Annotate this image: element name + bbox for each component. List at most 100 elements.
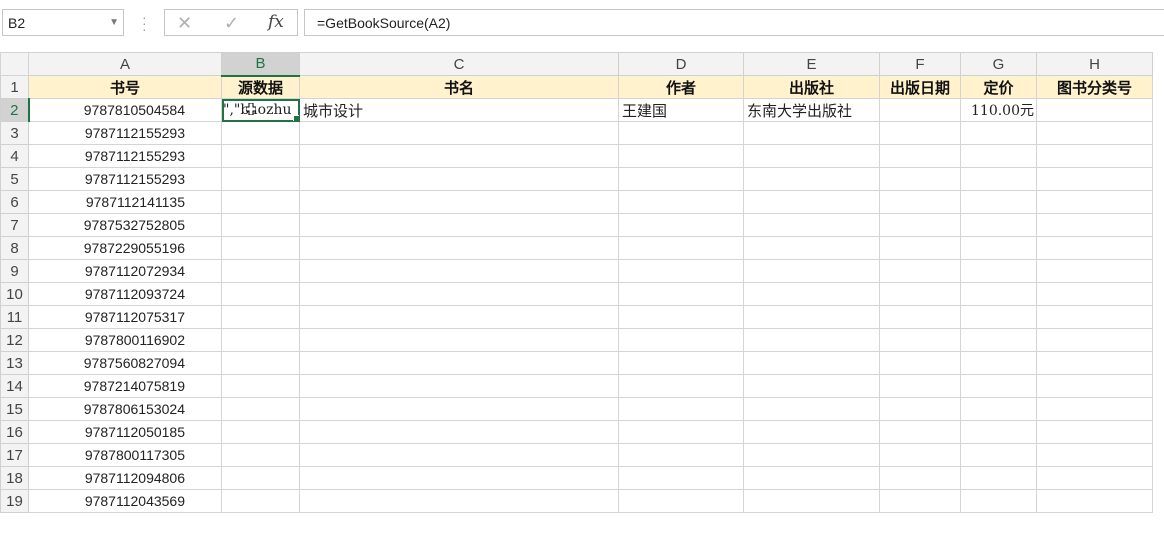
empty-cell[interactable] [221,420,300,444]
isbn-cell[interactable]: 9787112075317 [28,305,222,329]
empty-cell[interactable] [221,121,300,145]
empty-cell[interactable] [618,397,744,421]
empty-cell[interactable] [879,489,961,513]
isbn-cell[interactable]: 9787800117305 [28,443,222,467]
category-cell[interactable] [1036,98,1153,122]
empty-cell[interactable] [960,443,1037,467]
empty-cell[interactable] [221,374,300,398]
empty-cell[interactable] [743,167,880,191]
empty-cell[interactable] [299,374,619,398]
empty-cell[interactable] [1036,351,1153,375]
empty-cell[interactable] [743,236,880,260]
empty-cell[interactable] [879,190,961,214]
column-header-f[interactable]: F [879,52,961,76]
empty-cell[interactable] [299,328,619,352]
empty-cell[interactable] [618,121,744,145]
empty-cell[interactable] [743,121,880,145]
empty-cell[interactable] [299,144,619,168]
header-cell-price[interactable]: 定价 [960,75,1037,99]
row-header[interactable]: 6 [0,190,29,214]
empty-cell[interactable] [1036,420,1153,444]
empty-cell[interactable] [221,144,300,168]
column-header-g[interactable]: G [960,52,1037,76]
empty-cell[interactable] [1036,305,1153,329]
isbn-cell[interactable]: 9787112155293 [28,167,222,191]
isbn-cell[interactable]: 9787112043569 [28,489,222,513]
empty-cell[interactable] [1036,443,1153,467]
empty-cell[interactable] [879,259,961,283]
empty-cell[interactable] [221,259,300,283]
active-cell-b2[interactable]: ","baozhu [221,98,300,122]
row-header[interactable]: 19 [0,489,29,513]
pubdate-cell[interactable] [879,98,961,122]
empty-cell[interactable] [221,305,300,329]
isbn-cell[interactable]: 9787112050185 [28,420,222,444]
empty-cell[interactable] [618,351,744,375]
empty-cell[interactable] [960,121,1037,145]
empty-cell[interactable] [299,489,619,513]
empty-cell[interactable] [221,213,300,237]
empty-cell[interactable] [879,305,961,329]
empty-cell[interactable] [960,190,1037,214]
empty-cell[interactable] [221,167,300,191]
empty-cell[interactable] [743,374,880,398]
row-header[interactable]: 1 [0,75,29,99]
empty-cell[interactable] [618,167,744,191]
empty-cell[interactable] [221,466,300,490]
empty-cell[interactable] [299,213,619,237]
empty-cell[interactable] [221,443,300,467]
row-header[interactable]: 7 [0,213,29,237]
empty-cell[interactable] [743,489,880,513]
row-header[interactable]: 10 [0,282,29,306]
price-cell[interactable]: 110.00元 [960,98,1037,122]
isbn-cell[interactable]: 9787229055196 [28,236,222,260]
empty-cell[interactable] [618,328,744,352]
isbn-cell[interactable]: 9787112155293 [28,144,222,168]
empty-cell[interactable] [299,420,619,444]
empty-cell[interactable] [618,443,744,467]
header-cell-author[interactable]: 作者 [618,75,744,99]
empty-cell[interactable] [618,282,744,306]
empty-cell[interactable] [299,259,619,283]
empty-cell[interactable] [879,213,961,237]
empty-cell[interactable] [1036,190,1153,214]
isbn-cell[interactable]: 9787810504584 [28,98,222,122]
empty-cell[interactable] [1036,167,1153,191]
empty-cell[interactable] [1036,374,1153,398]
empty-cell[interactable] [960,213,1037,237]
empty-cell[interactable] [1036,282,1153,306]
empty-cell[interactable] [743,213,880,237]
empty-cell[interactable] [879,121,961,145]
header-cell-isbn[interactable]: 书号 [28,75,222,99]
empty-cell[interactable] [299,121,619,145]
empty-cell[interactable] [221,190,300,214]
empty-cell[interactable] [960,259,1037,283]
empty-cell[interactable] [299,397,619,421]
empty-cell[interactable] [879,328,961,352]
empty-cell[interactable] [960,397,1037,421]
empty-cell[interactable] [299,190,619,214]
empty-cell[interactable] [879,443,961,467]
empty-cell[interactable] [743,144,880,168]
empty-cell[interactable] [960,144,1037,168]
isbn-cell[interactable]: 9787112155293 [28,121,222,145]
empty-cell[interactable] [879,397,961,421]
empty-cell[interactable] [743,282,880,306]
empty-cell[interactable] [743,443,880,467]
empty-cell[interactable] [1036,144,1153,168]
empty-cell[interactable] [960,466,1037,490]
column-header-e[interactable]: E [743,52,880,76]
empty-cell[interactable] [743,420,880,444]
empty-cell[interactable] [299,167,619,191]
empty-cell[interactable] [960,420,1037,444]
empty-cell[interactable] [879,167,961,191]
empty-cell[interactable] [1036,121,1153,145]
isbn-cell[interactable]: 9787800116902 [28,328,222,352]
empty-cell[interactable] [879,236,961,260]
row-header[interactable]: 12 [0,328,29,352]
header-cell-publisher[interactable]: 出版社 [743,75,880,99]
cancel-icon[interactable]: ✕ [177,13,192,34]
drag-handle-icon[interactable]: · · · [142,10,148,36]
empty-cell[interactable] [879,282,961,306]
empty-cell[interactable] [299,351,619,375]
